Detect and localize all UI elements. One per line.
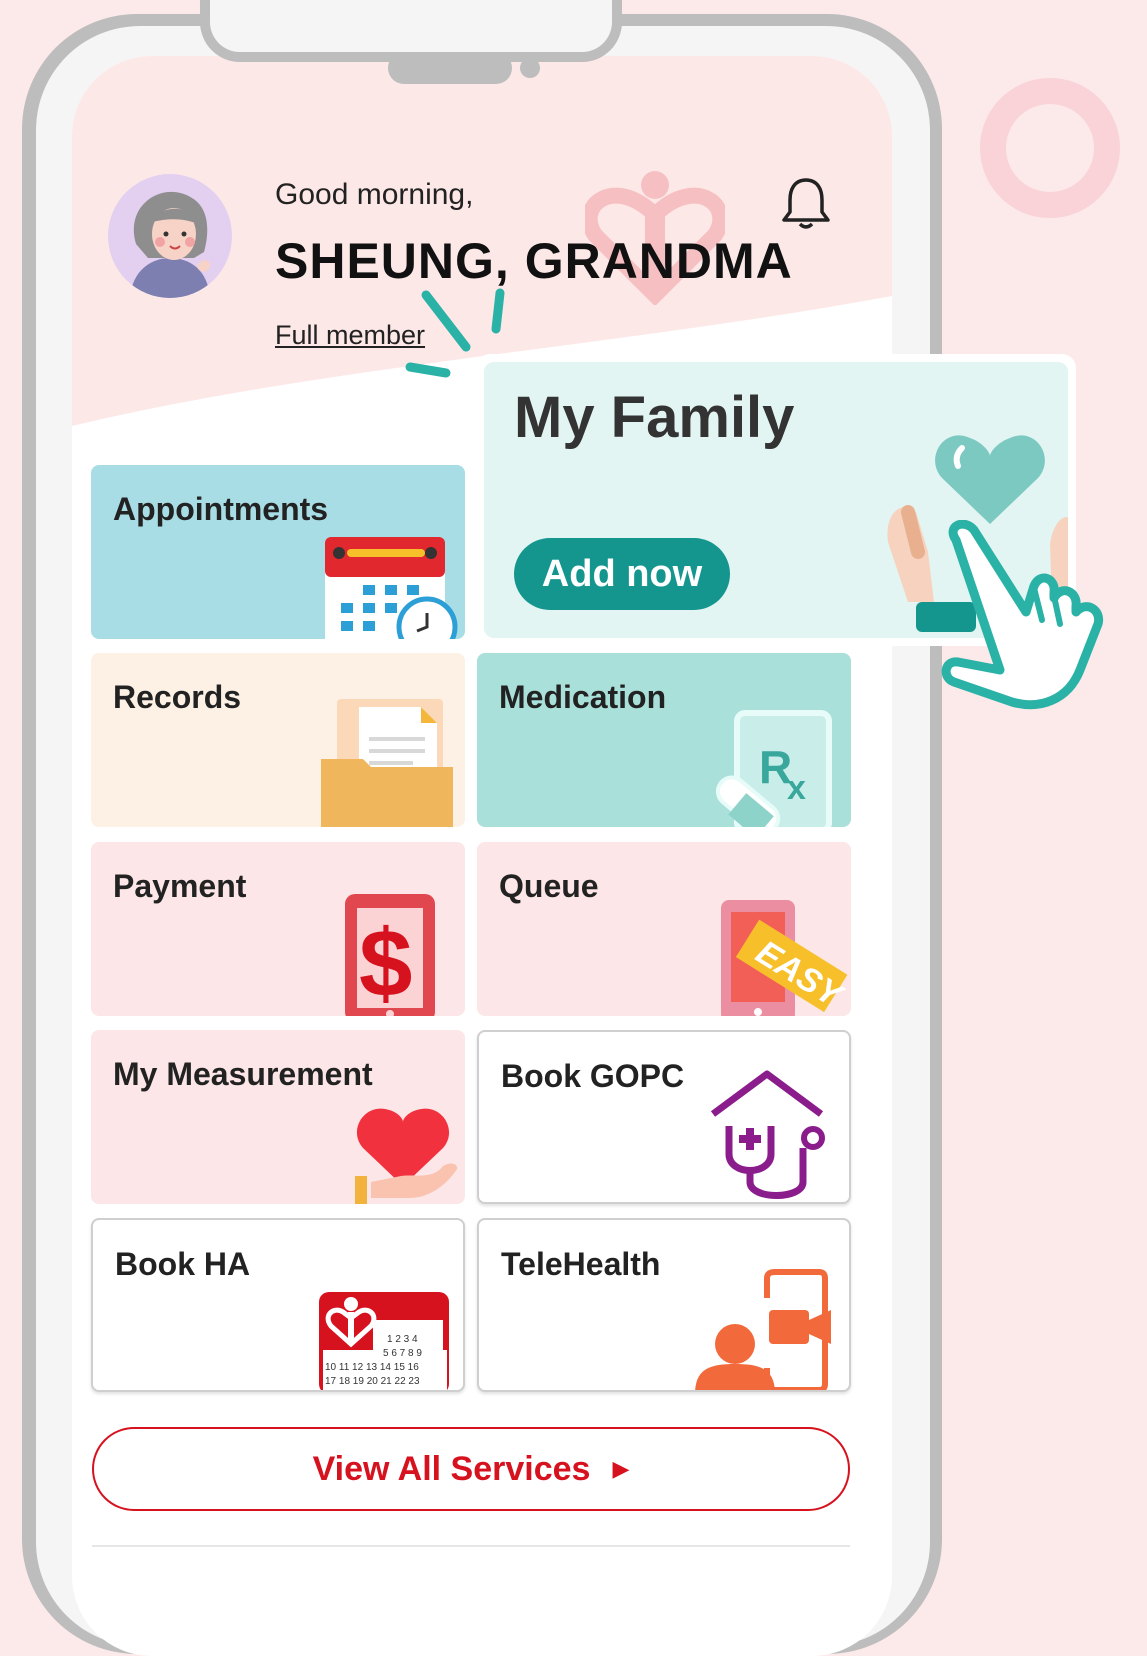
svg-text:x: x: [787, 769, 806, 807]
tile-book-ha[interactable]: Book HA 1 2 3 4 5 6 7 8 9 10 11 12 13 14…: [91, 1218, 465, 1392]
caret-right-icon: ▶: [612, 1456, 630, 1481]
divider: [92, 1545, 850, 1547]
tile-label: Appointments: [113, 491, 329, 527]
decorative-ring: [980, 78, 1120, 218]
pointer-hand-icon: [941, 520, 1104, 710]
view-all-services-label: View All Services: [312, 1449, 591, 1488]
calendar-numbers-row-1: 1 2 3 4: [387, 1334, 418, 1345]
bell-icon[interactable]: [780, 176, 832, 232]
tile-medication[interactable]: Medication R x: [477, 653, 851, 827]
tile-label: My Measurement: [113, 1056, 373, 1092]
user-name: SHEUNG, GRANDMA: [275, 233, 793, 289]
tile-label: Book HA: [115, 1246, 251, 1282]
tile-records[interactable]: Records: [91, 653, 465, 827]
prescription-icon: R x: [715, 710, 832, 827]
greeting-text: Good morning,: [275, 178, 474, 211]
calendar-numbers-row-3: 10 11 12 13 14 15 16: [325, 1362, 419, 1373]
tile-telehealth[interactable]: TeleHealth: [477, 1218, 851, 1392]
tile-payment[interactable]: Payment $: [91, 842, 465, 1016]
heart-hand-icon: [355, 1108, 458, 1204]
view-all-services-button[interactable]: View All Services ▶: [92, 1427, 850, 1511]
dollar-icon: $: [345, 894, 435, 1016]
tile-book-gopc[interactable]: Book GOPC: [477, 1030, 851, 1204]
folder-icon: [321, 699, 453, 827]
phone-camera: [520, 58, 540, 78]
svg-text:$: $: [359, 910, 412, 1016]
calendar-icon: [325, 537, 458, 639]
ha-calendar-icon: 1 2 3 4 5 6 7 8 9 10 11 12 13 14 15 16 1…: [319, 1292, 449, 1390]
avatar[interactable]: [108, 174, 232, 298]
calendar-numbers-row-4: 17 18 19 20 21 22 23: [325, 1376, 420, 1387]
tile-appointments[interactable]: Appointments: [91, 465, 465, 639]
calendar-numbers-row-2: 5 6 7 8 9: [383, 1348, 422, 1359]
phone-speaker: [388, 52, 512, 84]
tile-label: Payment: [113, 868, 247, 904]
tile-my-measurement[interactable]: My Measurement: [91, 1030, 465, 1204]
tile-queue[interactable]: Queue EASY: [477, 842, 851, 1016]
my-family-title: My Family: [514, 385, 795, 450]
grandma-avatar-icon: [130, 191, 211, 298]
queue-ticket-icon: EASY: [721, 900, 847, 1016]
add-now-button[interactable]: Add now: [514, 538, 730, 610]
clinic-stethoscope-icon: [710, 1070, 825, 1199]
video-call-icon: [695, 1269, 831, 1390]
